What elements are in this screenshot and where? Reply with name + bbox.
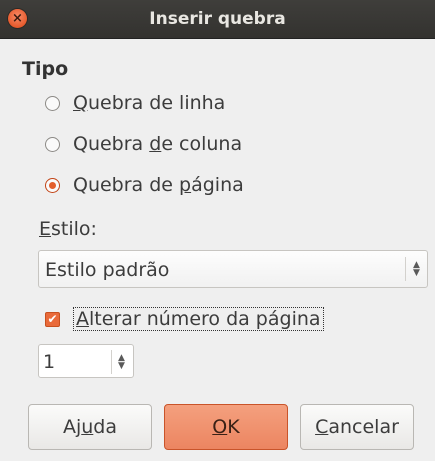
radio-line-break[interactable]: Quebra de linha bbox=[45, 92, 225, 114]
page-number-value[interactable]: 1 bbox=[43, 351, 55, 373]
checkbox-label: Alterar número da página bbox=[73, 307, 324, 331]
style-select-value: Estilo padrão bbox=[45, 259, 170, 281]
radio-icon[interactable] bbox=[45, 136, 60, 152]
radio-checked-icon[interactable] bbox=[45, 177, 60, 193]
radio-label: Quebra de coluna bbox=[73, 133, 243, 155]
radio-page-break[interactable]: Quebra de página bbox=[45, 174, 244, 196]
updown-arrows-icon: ▲ ▼ bbox=[405, 257, 427, 281]
radio-label: Quebra de linha bbox=[73, 92, 226, 114]
radio-label: Quebra de página bbox=[73, 174, 244, 196]
ok-button[interactable]: OK bbox=[164, 404, 288, 450]
checkbox-checked-icon[interactable]: ✔ bbox=[45, 311, 60, 327]
radio-icon[interactable] bbox=[45, 95, 60, 111]
style-select[interactable]: Estilo padrão ▲ ▼ bbox=[38, 250, 428, 288]
radio-column-break[interactable]: Quebra de coluna bbox=[45, 133, 242, 155]
change-page-number-checkbox[interactable]: ✔ Alterar número da página bbox=[45, 307, 324, 331]
help-button[interactable]: Ajuda bbox=[28, 404, 152, 450]
estilo-label: Estilo: bbox=[39, 218, 97, 240]
tipo-heading: Tipo bbox=[22, 58, 69, 80]
title-bar: × Inserir quebra bbox=[0, 0, 435, 39]
cancel-button[interactable]: Cancelar bbox=[300, 404, 414, 450]
window-title: Inserir quebra bbox=[149, 9, 286, 29]
page-number-spinbox[interactable]: 1 ▲ ▼ bbox=[38, 344, 134, 378]
spin-arrows-icon[interactable]: ▲ ▼ bbox=[111, 350, 131, 374]
